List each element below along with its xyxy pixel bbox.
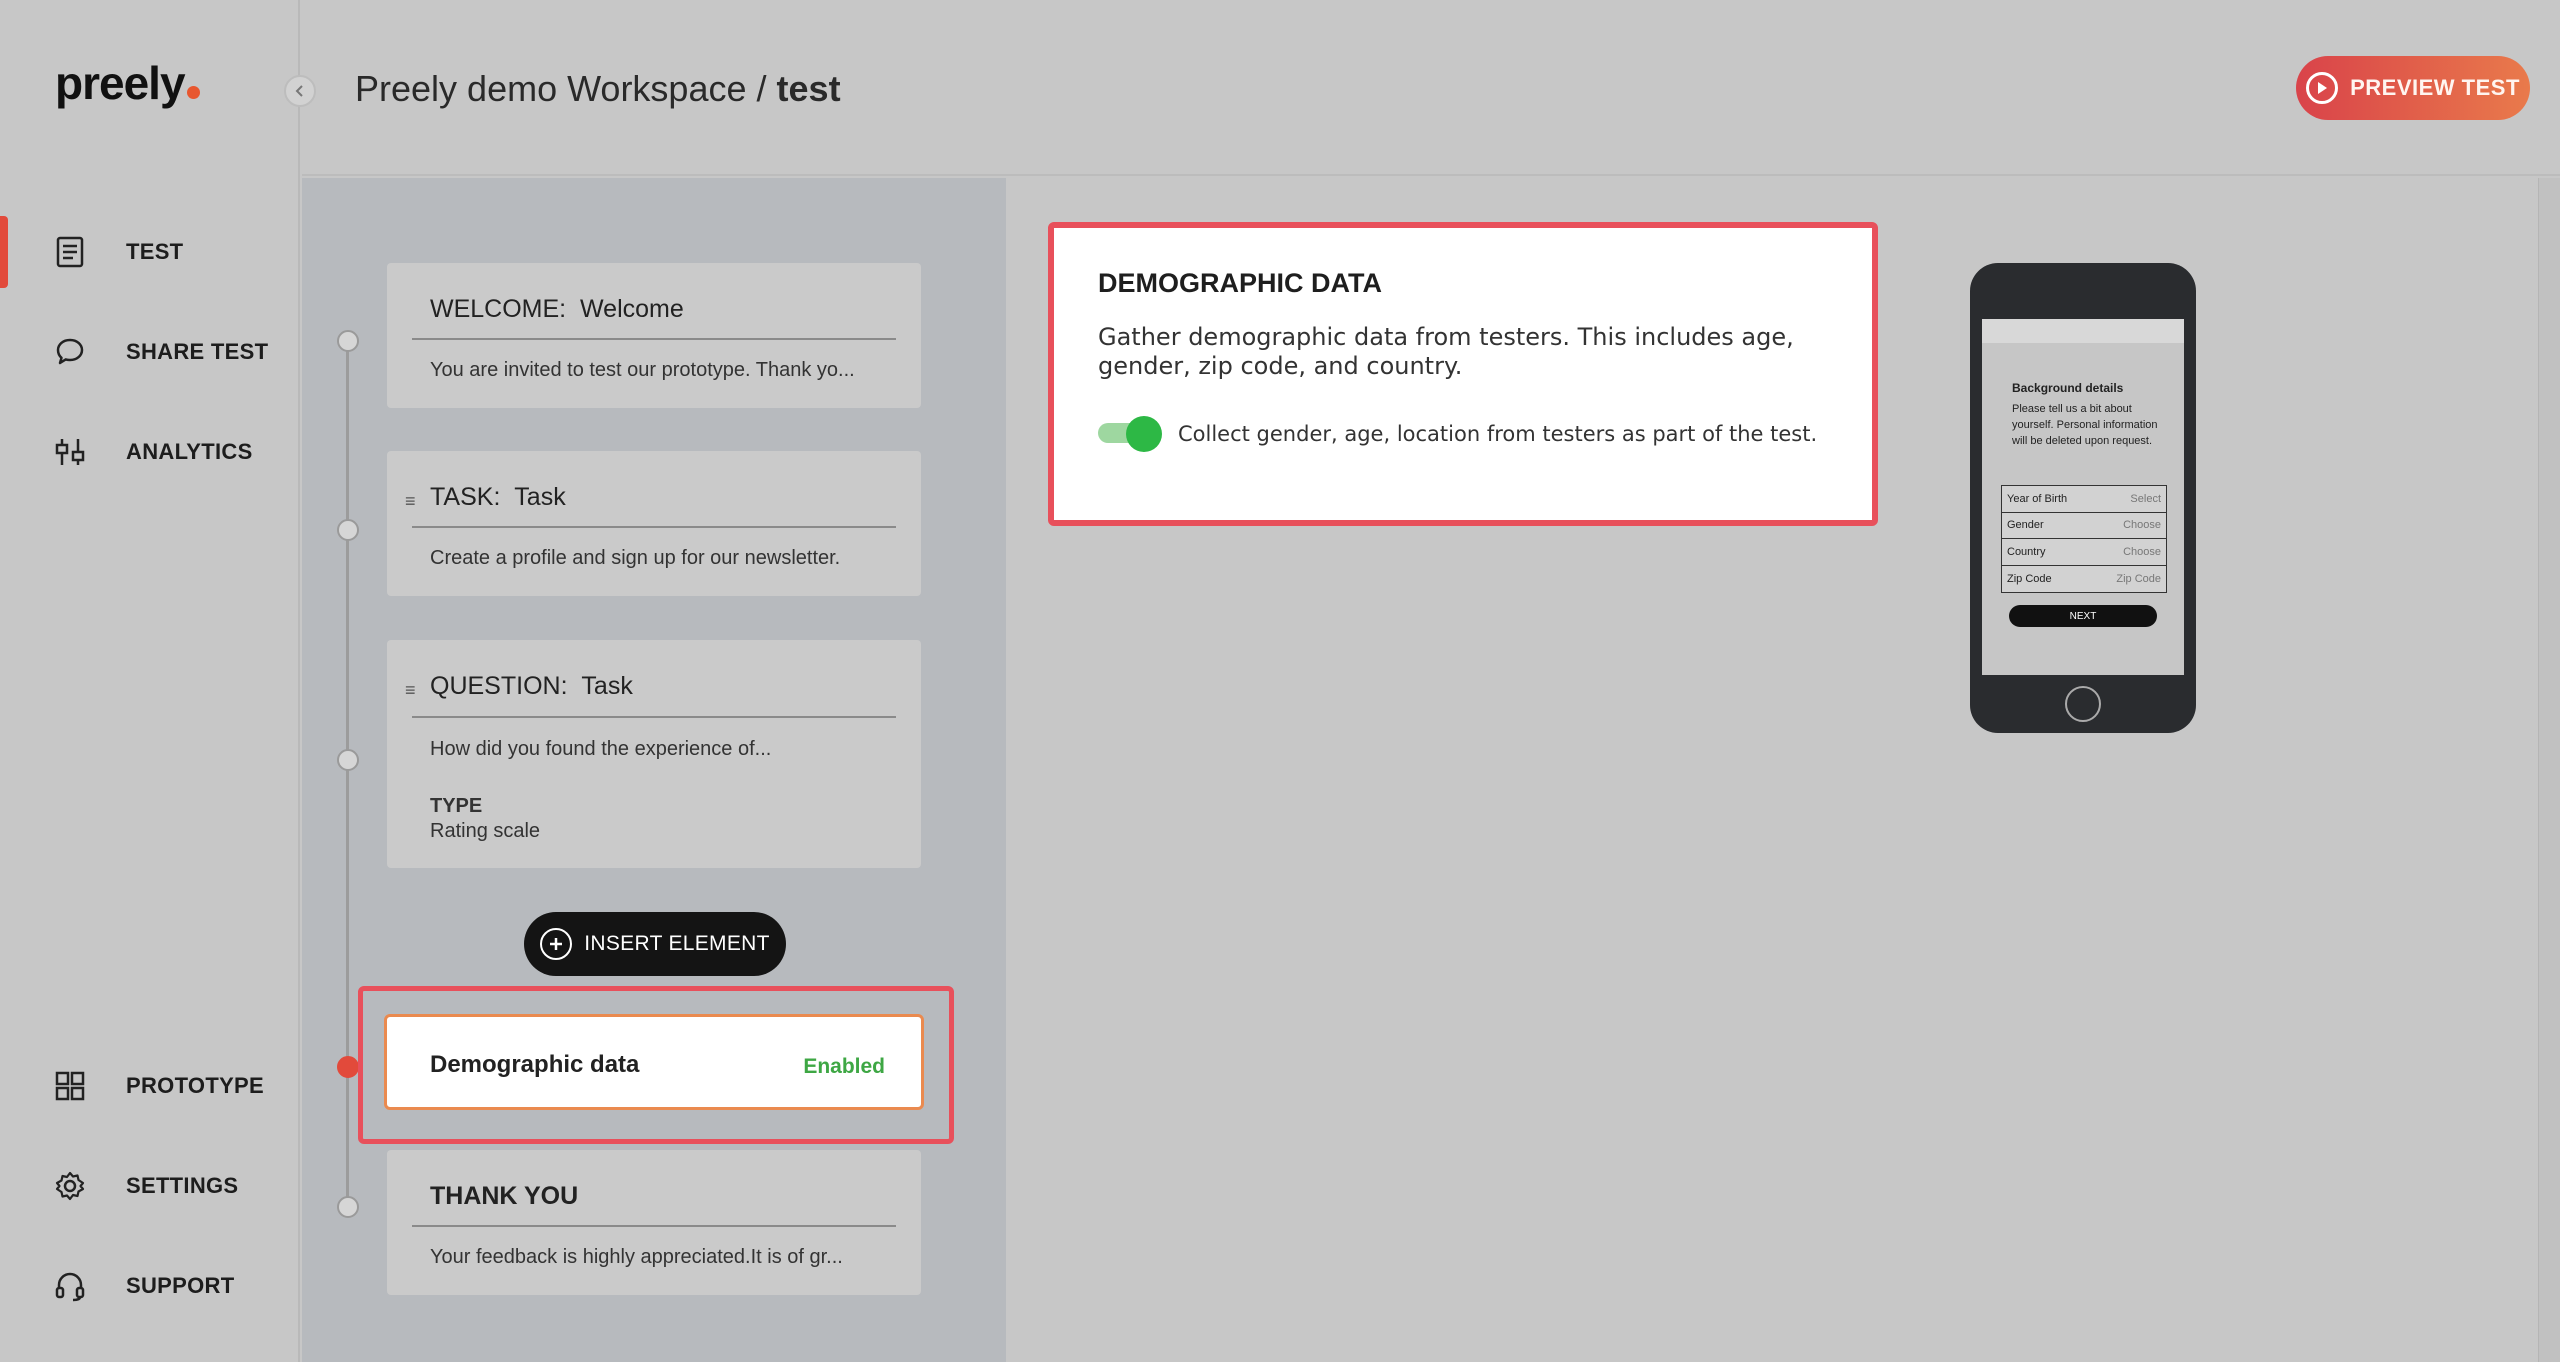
sidebar-item-label: SETTINGS <box>126 1173 239 1198</box>
panel-title: DEMOGRAPHIC DATA <box>1098 268 1382 298</box>
question-type-label: TYPE <box>430 795 483 817</box>
phone-status-bar <box>1982 319 2184 343</box>
sidebar-item-label: ANALYTICS <box>126 439 253 464</box>
flow-card-question[interactable]: ≡ QUESTION: Task How did you found the e… <box>387 640 921 868</box>
breadcrumb-test-name: test <box>776 68 841 109</box>
sidebar-item-analytics[interactable]: ANALYTICS <box>0 422 300 482</box>
card-title: QUESTION: Task <box>430 672 633 700</box>
drag-handle-icon[interactable]: ≡ <box>405 491 416 512</box>
card-body: Your feedback is highly appreciated.It i… <box>430 1246 843 1268</box>
scrollbar[interactable] <box>2538 178 2560 1362</box>
timeline-node <box>337 1196 359 1218</box>
preview-test-button[interactable]: PREVIEW TEST <box>2296 56 2530 120</box>
preview-text: Please tell us a bit about yourself. Per… <box>2012 403 2158 447</box>
timeline-node <box>337 519 359 541</box>
sidebar-collapse-button[interactable] <box>284 75 316 107</box>
grid-icon <box>52 1068 88 1104</box>
card-title: WELCOME: Welcome <box>430 295 684 323</box>
phone-screen: Background details Please tell us a bit … <box>1982 319 2184 675</box>
flow-card-thank-you[interactable]: THANK YOU Your feedback is highly apprec… <box>387 1150 921 1295</box>
toggle-label: Collect gender, age, location from teste… <box>1178 422 1818 446</box>
card-body: How did you found the experience of... <box>430 738 772 760</box>
collect-demographics-toggle[interactable] <box>1098 416 1162 452</box>
insert-element-label: INSERT ELEMENT <box>584 932 770 955</box>
sliders-icon <box>52 434 88 470</box>
card-title: THANK YOU <box>430 1182 579 1210</box>
preview-title: Background details <box>2012 381 2124 395</box>
panel-description: Gather demographic data from testers. Th… <box>1098 323 1794 380</box>
sidebar-item-share-test[interactable]: SHARE TEST <box>0 322 300 382</box>
toggle-knob <box>1126 416 1162 452</box>
timeline-node-active <box>337 1056 359 1078</box>
chevron-left-icon <box>295 85 303 97</box>
preely-logo[interactable]: preely <box>55 56 200 110</box>
header: Preely demo Workspace / test PREVIEW TES… <box>302 0 2560 176</box>
sidebar-item-prototype[interactable]: PROTOTYPE <box>0 1056 300 1116</box>
document-icon <box>52 234 88 270</box>
chat-bubble-icon <box>52 334 88 370</box>
card-divider <box>412 338 896 340</box>
card-title: TASK: Task <box>430 483 566 511</box>
headset-icon <box>52 1268 88 1304</box>
preview-next-button: NEXT <box>2009 605 2157 627</box>
preview-form-row: Gender Choose <box>2002 513 2166 539</box>
preview-form-row: Country Choose <box>2002 539 2166 566</box>
breadcrumb: Preely demo Workspace / test <box>355 68 841 110</box>
question-type-value: Rating scale <box>430 820 541 842</box>
demographic-settings-panel: DEMOGRAPHIC DATA Gather demographic data… <box>1048 222 1878 526</box>
preview-form-row: Year of Birth Select <box>2002 486 2166 513</box>
preview-form: Year of Birth Select Gender Choose Country… <box>2001 485 2167 593</box>
status-badge: Enabled <box>803 1055 885 1078</box>
insert-element-button[interactable]: INSERT ELEMENT <box>524 912 786 976</box>
play-icon <box>2306 72 2339 104</box>
sidebar-item-settings[interactable]: SETTINGS <box>0 1156 300 1216</box>
sidebar-item-label: SHARE TEST <box>126 339 269 364</box>
sidebar-item-test[interactable]: TEST <box>0 216 300 288</box>
card-divider <box>412 1225 896 1227</box>
card-body: You are invited to test our prototype. T… <box>430 359 855 381</box>
gear-icon <box>52 1168 88 1204</box>
breadcrumb-separator: / <box>756 68 767 109</box>
timeline-node <box>337 749 359 771</box>
plus-circle-icon <box>540 928 573 960</box>
sidebar: preely TEST SHARE TEST ANALYTICS PROTOTY… <box>0 0 300 1362</box>
sidebar-item-support[interactable]: SUPPORT <box>0 1256 300 1316</box>
logo-dot <box>186 86 200 99</box>
preview-form-row: Zip Code Zip Code <box>2007 572 2161 585</box>
sidebar-item-label: TEST <box>126 239 184 264</box>
flow-card-welcome[interactable]: WELCOME: Welcome You are invited to test… <box>387 263 921 408</box>
timeline-node <box>337 330 359 352</box>
phone-preview: Background details Please tell us a bit … <box>1970 263 2196 733</box>
card-divider <box>412 526 896 528</box>
preview-test-label: PREVIEW TEST <box>2350 75 2520 100</box>
sidebar-item-label: SUPPORT <box>126 1273 235 1298</box>
flow-card-demographic[interactable]: Demographic data Enabled <box>384 1014 924 1110</box>
card-body: Create a profile and sign up for our new… <box>430 547 841 569</box>
flow-card-task[interactable]: ≡ TASK: Task Create a profile and sign u… <box>387 451 921 596</box>
demographic-card-title: Demographic data <box>430 1051 640 1078</box>
breadcrumb-workspace[interactable]: Preely demo Workspace <box>355 68 747 109</box>
phone-home-button <box>2065 686 2101 722</box>
sidebar-item-label: PROTOTYPE <box>126 1073 264 1098</box>
drag-handle-icon[interactable]: ≡ <box>405 680 416 701</box>
card-divider <box>412 716 896 718</box>
